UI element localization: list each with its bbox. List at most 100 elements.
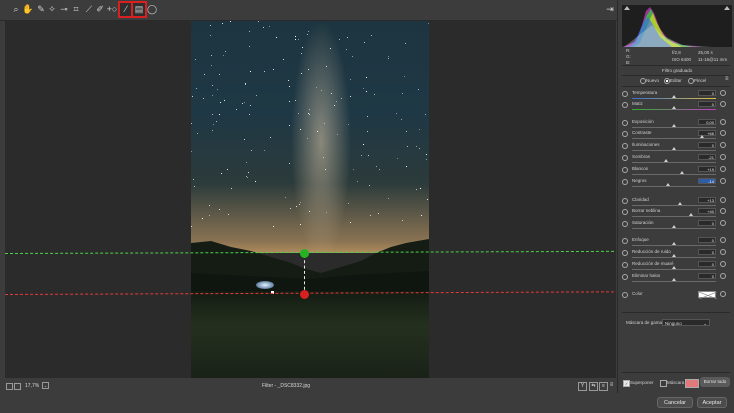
slider-value-input[interactable]: +40 [698,208,716,214]
slider-track[interactable] [632,205,716,206]
color-swatch[interactable] [698,291,718,300]
minus-icon[interactable] [622,143,628,149]
plus-icon[interactable] [720,208,726,214]
slider-thumb[interactable] [672,124,676,127]
minus-icon[interactable] [622,221,628,227]
slider-track[interactable] [632,150,716,151]
plus-icon[interactable] [720,220,726,226]
plus-icon[interactable] [720,142,726,148]
slider-track[interactable] [632,109,716,110]
radial-filter-icon[interactable]: ◯ [146,3,158,16]
slider-thumb[interactable] [672,278,676,281]
plus-icon[interactable] [720,130,726,136]
minus-icon[interactable] [622,250,628,256]
plus-icon[interactable] [720,90,726,96]
hand-tool-icon[interactable]: ✋ [22,3,34,16]
slider-track[interactable] [632,138,716,139]
slider-thumb[interactable] [699,135,704,138]
adjustment-brush-icon[interactable]: ⁄ [118,1,134,18]
slider-thumb[interactable] [677,202,682,205]
minus-icon[interactable] [622,155,628,161]
slider-value-input[interactable]: +13 [698,197,716,203]
slider-value-input[interactable]: 0 [698,261,716,267]
slider-thumb[interactable] [672,147,676,150]
slider-value-input[interactable]: 0 [698,273,716,279]
minus-icon[interactable] [622,167,628,173]
plus-icon[interactable] [720,261,726,267]
minus-icon[interactable] [622,238,628,244]
mask-checkbox[interactable] [660,380,667,387]
minus-icon[interactable] [622,102,628,108]
zoom-dropdown-icon[interactable]: ⌄ [42,382,49,389]
slider-track[interactable] [632,269,716,270]
slider-track[interactable] [632,127,716,128]
swap-icon[interactable]: ⇆ [589,382,598,391]
copy-settings-icon[interactable]: ≡ [599,382,608,391]
slider-thumb[interactable] [666,183,671,186]
zoom-fit-icon[interactable] [14,383,21,390]
red-eye-tool-icon[interactable]: +○ [106,3,118,16]
cancel-button[interactable]: Cancelar [657,397,693,408]
zoom-tool-icon[interactable]: ⌕ [10,3,22,16]
crop-tool-icon[interactable]: ⌗ [70,3,82,16]
minus-icon[interactable] [622,262,628,268]
overlay-checkbox[interactable]: ✓ [623,380,630,387]
slider-thumb[interactable] [663,159,668,162]
slider-thumb[interactable] [680,171,685,174]
minus-icon[interactable] [622,209,628,215]
slider-value-input[interactable]: 0 [698,101,716,107]
view-toggle-icon[interactable] [6,383,13,390]
slider-track[interactable] [632,98,716,99]
minus-icon[interactable] [622,274,628,280]
plus-icon[interactable] [720,197,726,203]
before-after-icon[interactable]: Y [578,382,587,391]
slider-value-input[interactable]: 0 [698,142,716,148]
graduated-filter-icon[interactable]: ▤ [131,1,147,18]
minus-icon[interactable] [622,131,628,137]
slider-track[interactable] [632,245,716,246]
green-pin[interactable] [300,249,309,258]
slider-thumb[interactable] [672,95,676,98]
accept-button[interactable]: Aceptar [697,397,727,408]
slider-value-input[interactable]: 0 [698,249,716,255]
slider-track[interactable] [632,162,716,163]
plus-icon[interactable] [720,249,726,255]
spot-removal-tool-icon[interactable]: ✐ [94,3,106,16]
plus-icon[interactable] [720,119,726,125]
slider-value-input[interactable]: -14 [698,178,716,184]
red-pin[interactable] [300,290,309,299]
mask-color-swatch[interactable] [685,379,699,388]
slider-thumb[interactable] [672,266,676,269]
slider-thumb[interactable] [688,213,693,216]
slider-value-input[interactable]: 0 [698,90,716,96]
panel-menu-icon[interactable]: ≡ [725,76,729,82]
fullscreen-toggle-icon[interactable]: ⇥ [604,3,616,16]
slider-value-input[interactable]: 0,00 [698,119,716,125]
slider-thumb[interactable] [672,225,676,228]
plus-icon[interactable] [720,178,726,184]
slider-value-input[interactable]: 0 [698,220,716,226]
plus-icon[interactable] [720,273,726,279]
targeted-adjustment-tool-icon[interactable]: ⊸ [58,3,70,16]
minus-icon[interactable] [622,91,628,97]
slider-track[interactable] [632,281,716,282]
highlight-clip-icon[interactable] [724,6,730,10]
minus-icon[interactable] [622,198,628,204]
menu-icon[interactable]: ≡ [608,382,615,389]
slider-value-input[interactable]: 0 [698,237,716,243]
photo-preview[interactable] [191,21,429,378]
plus-icon[interactable] [720,154,726,160]
center-guide-line[interactable] [304,255,305,295]
slider-track[interactable] [632,257,716,258]
plus-icon[interactable] [720,101,726,107]
plus-icon[interactable] [720,291,726,297]
shadow-clip-icon[interactable] [624,6,630,10]
minus-icon[interactable] [622,292,628,298]
minus-icon[interactable] [622,120,628,126]
slider-track[interactable] [632,186,716,187]
slider-track[interactable] [632,228,716,229]
slider-track[interactable] [632,216,716,217]
plus-icon[interactable] [720,237,726,243]
color-sampler-tool-icon[interactable]: ✧ [46,3,58,16]
zoom-level[interactable]: 17,7% [25,383,39,389]
